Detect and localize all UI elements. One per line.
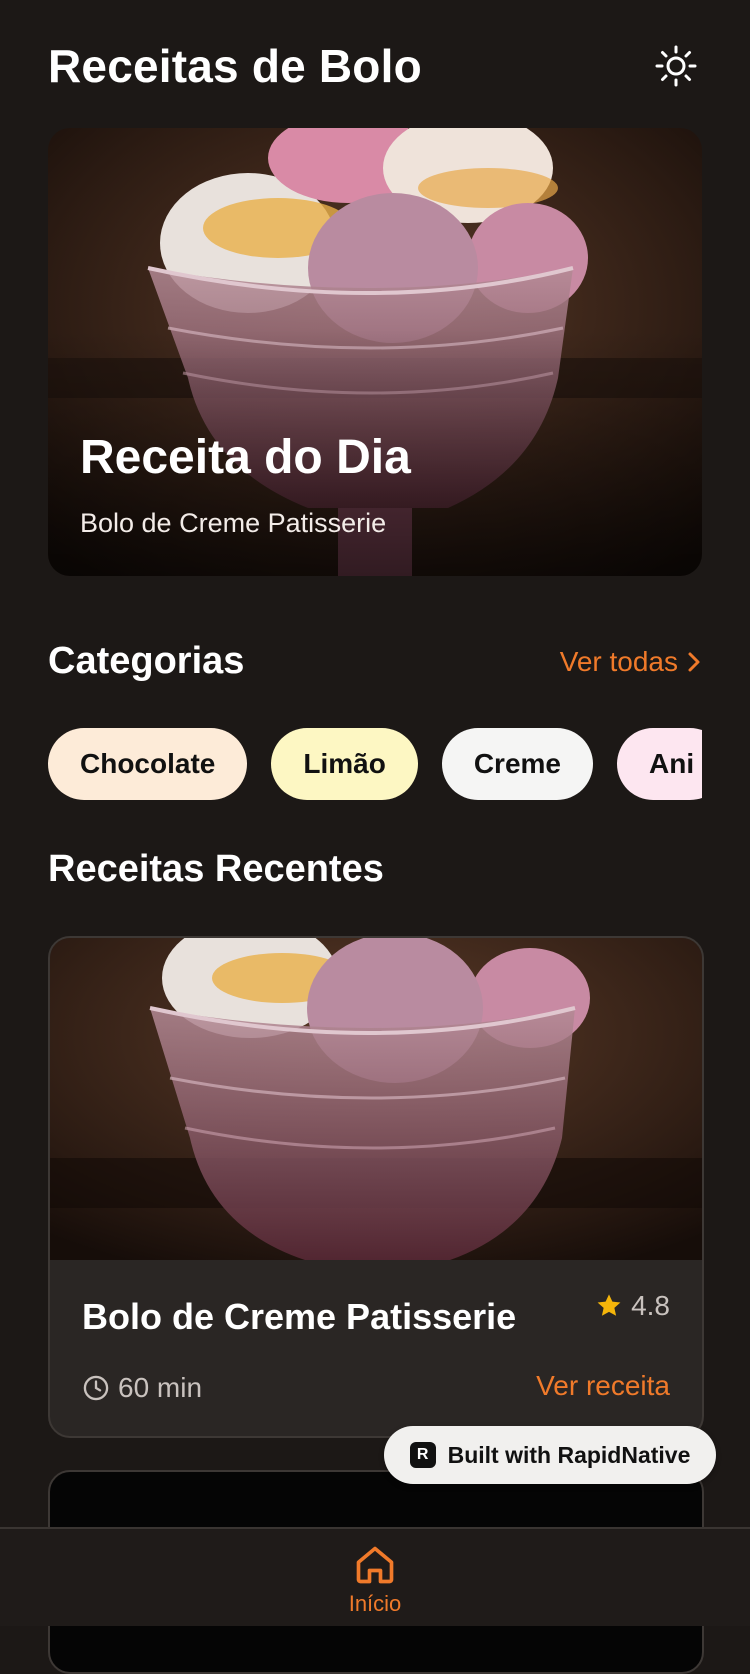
- rapidnative-logo-icon: R: [409, 1442, 436, 1468]
- tab-home-label: Início: [348, 1591, 402, 1616]
- time-value: 60 min: [118, 1372, 203, 1403]
- recent-title: Receitas Recentes: [48, 848, 384, 890]
- tab-bar: Início: [0, 1527, 750, 1626]
- view-recipe-link[interactable]: Ver receita: [536, 1370, 670, 1402]
- recent-header: Receitas Recentes: [48, 848, 702, 891]
- see-all-label: Ver todas: [559, 645, 678, 677]
- categories-header: Categorias Ver todas: [48, 640, 702, 683]
- recipe-card-body: Bolo de Creme Patisserie 4.8 60 min Ver …: [50, 1260, 702, 1436]
- header: Receitas de Bolo: [48, 36, 702, 96]
- category-chip-limao[interactable]: Limão: [271, 728, 418, 800]
- chevron-right-icon: [688, 652, 700, 671]
- category-chip-creme[interactable]: Creme: [441, 728, 593, 800]
- badge-label: Built with RapidNative: [447, 1441, 691, 1468]
- rating-value: 4.8: [631, 1290, 670, 1321]
- recipe-of-the-day-card[interactable]: Receita do Dia Bolo de Creme Patisserie: [48, 128, 702, 576]
- category-chip-chocolate[interactable]: Chocolate: [48, 728, 248, 800]
- recipe-card[interactable]: Bolo de Creme Patisserie 4.8 60 min Ver …: [48, 936, 704, 1438]
- recipe-rating: 4.8: [595, 1290, 670, 1322]
- recipe-card-image: [50, 938, 702, 1260]
- clock-icon: [83, 1375, 109, 1401]
- sun-icon[interactable]: [650, 40, 702, 92]
- page-title: Receitas de Bolo: [48, 40, 422, 92]
- recipe-time: 60 min: [82, 1372, 202, 1404]
- category-chips: Chocolate Limão Creme Ani: [48, 728, 702, 800]
- star-icon: [597, 1294, 621, 1316]
- recipe-title: Bolo de Creme Patisserie: [82, 1296, 517, 1337]
- category-chip-partial[interactable]: Ani: [617, 728, 702, 800]
- categories-title: Categorias: [48, 640, 245, 682]
- hero-subtitle: Bolo de Creme Patisserie: [80, 508, 387, 538]
- built-with-badge[interactable]: R Built with RapidNative: [384, 1426, 716, 1484]
- hero-title: Receita do Dia: [80, 431, 411, 484]
- see-all-link[interactable]: Ver todas: [560, 646, 702, 678]
- tab-home[interactable]: Início: [0, 1543, 750, 1617]
- home-icon: [356, 1546, 394, 1584]
